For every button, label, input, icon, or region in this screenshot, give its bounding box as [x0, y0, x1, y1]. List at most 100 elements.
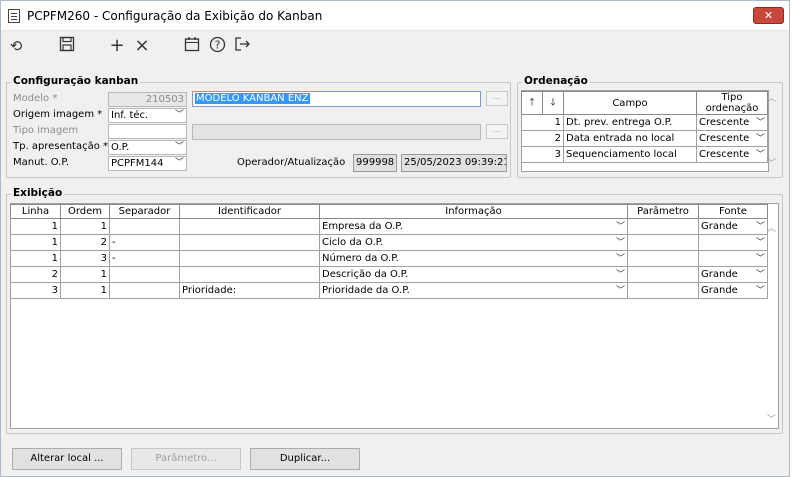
exibicao-scroll-down-icon[interactable]: ﹀ [767, 412, 781, 425]
tipo-ordenacao-cell[interactable]: Crescente ﹀ [696, 146, 768, 163]
identificador-cell[interactable]: Prioridade: [179, 282, 320, 299]
help-icon[interactable]: ? [207, 36, 227, 56]
parametro-cell[interactable] [627, 250, 699, 267]
fonte-cell[interactable]: ﹀ [698, 234, 768, 251]
app-document-icon [8, 9, 20, 23]
informacao-cell[interactable]: Ciclo da O.P. ﹀ [319, 234, 628, 251]
sort-up-icon[interactable]: 🡑 [521, 91, 543, 115]
table-row[interactable]: 2 Data entrada no local Crescente ﹀ [521, 130, 768, 147]
identificador-cell[interactable] [179, 234, 320, 251]
close-button[interactable]: ✕ [753, 7, 784, 24]
ordem-cell[interactable]: 3 [60, 250, 110, 267]
separador-cell[interactable]: - [109, 250, 180, 267]
informacao-cell[interactable]: Prioridade da O.P. ﹀ [319, 282, 628, 299]
ordem-cell[interactable]: 1 [60, 266, 110, 283]
informacao-cell[interactable]: Número da O.P. ﹀ [319, 250, 628, 267]
parametro-cell[interactable] [627, 234, 699, 251]
fonte-cell[interactable]: ﹀ [698, 250, 768, 267]
svg-text:?: ? [214, 39, 220, 52]
ordem-cell[interactable]: 2 [60, 234, 110, 251]
alterar-local-button[interactable]: Alterar local ... [12, 448, 122, 470]
tipo-ordenacao-value: Crescente [699, 133, 750, 144]
table-row[interactable]: 3 Sequenciamento local Crescente ﹀ [521, 146, 768, 163]
delete-icon[interactable]: × [132, 36, 152, 56]
table-row[interactable]: 2 1 Descrição da O.P. ﹀ Grande ﹀ [10, 266, 768, 283]
informacao-cell[interactable]: Descrição da O.P. ﹀ [319, 266, 628, 283]
exit-icon[interactable] [232, 36, 252, 56]
linha-cell[interactable]: 1 [10, 234, 61, 251]
fonte-value: Grande [701, 221, 738, 232]
ordenacao-legend: Ordenação [522, 75, 590, 87]
table-row[interactable]: 1 1 Empresa da O.P. ﹀ Grande ﹀ [10, 218, 768, 235]
ordem-num-cell: 2 [521, 130, 564, 147]
linha-header: Linha [10, 204, 61, 219]
ordenacao-scroll-up-icon[interactable]: ︿ [767, 91, 781, 104]
fonte-cell[interactable]: Grande ﹀ [698, 218, 768, 235]
tipo-imagem-lookup-button[interactable]: ⋯ [486, 124, 508, 139]
identificador-cell[interactable] [179, 250, 320, 267]
ordem-cell[interactable]: 1 [60, 282, 110, 299]
modelo-name-field[interactable]: MODELO KANBAN ENZ [192, 91, 481, 107]
table-row[interactable]: 1 2 - Ciclo da O.P. ﹀ ﹀ [10, 234, 768, 251]
identificador-cell[interactable] [179, 218, 320, 235]
ordem-cell[interactable]: 1 [60, 218, 110, 235]
campo-cell[interactable]: Data entrada no local [563, 130, 697, 147]
modelo-name-text: MODELO KANBAN ENZ [195, 93, 310, 104]
campo-header: Campo [563, 91, 697, 115]
refresh-icon[interactable]: ⟲ [6, 36, 26, 56]
parametro-header: Parâmetro [627, 204, 699, 219]
tp-apresentacao-select[interactable]: O.P. ﹀ [108, 140, 187, 155]
chevron-down-icon: ﹀ [615, 222, 625, 232]
parametro-cell[interactable] [627, 266, 699, 283]
manut-op-select[interactable]: PCPFM144 ﹀ [108, 156, 187, 171]
parametro-cell[interactable] [627, 218, 699, 235]
modelo-code-field[interactable]: 210503 [108, 92, 187, 107]
fonte-cell[interactable]: Grande ﹀ [698, 282, 768, 299]
duplicar-button[interactable]: Duplicar... [250, 448, 360, 470]
table-row[interactable]: 1 Dt. prev. entrega O.P. Crescente ﹀ [521, 114, 768, 131]
calendar-icon[interactable] [182, 36, 202, 56]
separador-cell[interactable] [109, 282, 180, 299]
tp-apresentacao-label: Tp. apresentação * [13, 141, 109, 152]
tipo-ordenacao-header: Tipo ordenação [696, 91, 768, 115]
tipo-imagem-field[interactable] [108, 124, 187, 139]
manut-op-label: Manut. O.P. [13, 157, 70, 168]
sort-down-icon[interactable]: 🡓 [542, 91, 564, 115]
modelo-lookup-button[interactable]: ⋯ [486, 91, 508, 106]
chevron-down-icon: ﹀ [174, 110, 184, 120]
separador-header: Separador [109, 204, 180, 219]
exibicao-scroll-up-icon[interactable]: ︿ [767, 221, 781, 234]
chevron-down-icon: ﹀ [615, 286, 625, 296]
campo-cell[interactable]: Dt. prev. entrega O.P. [563, 114, 697, 131]
linha-cell[interactable]: 2 [10, 266, 61, 283]
operador-field: 999998 [353, 154, 397, 172]
save-icon[interactable] [57, 36, 77, 56]
ordenacao-scroll-down-icon[interactable]: ﹀ [767, 156, 781, 169]
linha-cell[interactable]: 1 [10, 250, 61, 267]
parametro-button[interactable]: Parâmetro... [131, 448, 241, 470]
separador-cell[interactable] [109, 218, 180, 235]
chevron-down-icon: ﹀ [755, 222, 765, 232]
separador-cell[interactable]: - [109, 234, 180, 251]
table-row[interactable]: 3 1 Prioridade: Prioridade da O.P. ﹀ Gran… [10, 282, 768, 299]
linha-cell[interactable]: 3 [10, 282, 61, 299]
origem-imagem-select[interactable]: Inf. téc. ﹀ [108, 108, 187, 123]
separador-cell[interactable] [109, 266, 180, 283]
parametro-cell[interactable] [627, 282, 699, 299]
toolbar: ⟲ + × ? [1, 31, 789, 61]
chevron-down-icon: ﹀ [755, 286, 765, 296]
fonte-header: Fonte [698, 204, 768, 219]
fonte-value: Grande [701, 269, 738, 280]
identificador-cell[interactable] [179, 266, 320, 283]
add-icon[interactable]: + [107, 36, 127, 56]
fonte-cell[interactable]: Grande ﹀ [698, 266, 768, 283]
window-title: PCPFM260 - Configuração da Exibição do K… [27, 9, 323, 23]
campo-cell[interactable]: Sequenciamento local [563, 146, 697, 163]
tipo-ordenacao-cell[interactable]: Crescente ﹀ [696, 114, 768, 131]
chevron-down-icon: ﹀ [755, 270, 765, 280]
exibicao-table: Linha Ordem Separador Identificador Info… [10, 204, 768, 299]
linha-cell[interactable]: 1 [10, 218, 61, 235]
table-row[interactable]: 1 3 - Número da O.P. ﹀ ﹀ [10, 250, 768, 267]
informacao-cell[interactable]: Empresa da O.P. ﹀ [319, 218, 628, 235]
tipo-ordenacao-cell[interactable]: Crescente ﹀ [696, 130, 768, 147]
